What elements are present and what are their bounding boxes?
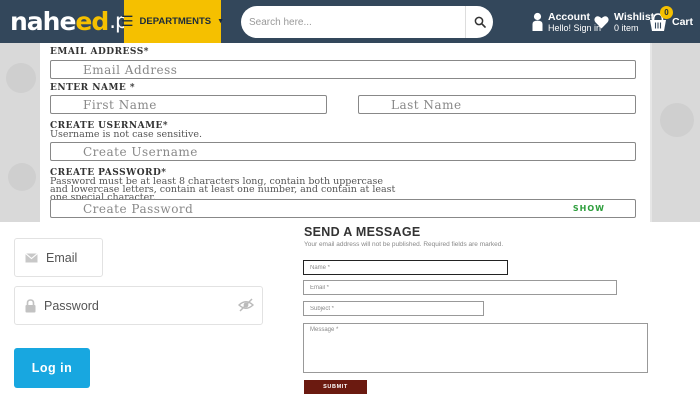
last-name-placeholder: Last Name xyxy=(391,97,462,112)
menu-icon: ☰ xyxy=(120,13,134,29)
site-header: naheed.pk ☰ DEPARTMENTS ▼ Account xyxy=(0,0,700,43)
heart-icon xyxy=(594,16,609,29)
last-name-field[interactable]: Last Name xyxy=(358,95,636,114)
login-password-field[interactable]: Password xyxy=(14,286,263,325)
page: naheed.pk ☰ DEPARTMENTS ▼ Account xyxy=(0,0,700,400)
envelope-icon xyxy=(25,252,38,262)
search-icon xyxy=(474,16,486,28)
background-spot xyxy=(6,63,36,93)
search-input[interactable] xyxy=(249,6,463,38)
login-password-placeholder: Password xyxy=(44,298,99,313)
login-email-field[interactable]: Email xyxy=(14,238,103,277)
contact-message-textarea[interactable] xyxy=(303,323,648,373)
email-label: EMAIL ADDRESS* xyxy=(50,47,149,57)
departments-label: DEPARTMENTS xyxy=(139,16,212,27)
contact-name-input[interactable] xyxy=(303,260,508,275)
toggle-password-visibility[interactable] xyxy=(237,298,255,315)
name-label: ENTER NAME * xyxy=(50,83,136,93)
eye-off-icon xyxy=(237,298,255,312)
user-icon xyxy=(532,12,543,31)
search-bar xyxy=(241,6,493,38)
username-field[interactable]: Create Username xyxy=(50,142,636,161)
logo-text-accent: ed xyxy=(75,6,109,36)
cart-icon-wrap: 0 xyxy=(649,6,673,32)
create-password-field[interactable]: Create Password SHOW xyxy=(50,199,636,218)
cart-link[interactable]: 0 Cart xyxy=(649,6,694,36)
cart-label: Cart xyxy=(672,16,694,28)
account-link[interactable]: Account Hello! Sign in xyxy=(532,8,601,36)
username-note: Username is not case sensitive. xyxy=(50,129,202,140)
site-logo[interactable]: naheed.pk xyxy=(10,6,139,36)
chevron-down-icon: ▼ xyxy=(217,18,225,25)
wishlist-link[interactable]: Wishlist 0 item xyxy=(594,8,654,36)
contact-email-input[interactable] xyxy=(303,280,617,295)
create-password-placeholder: Create Password xyxy=(83,201,194,216)
departments-button[interactable]: ☰ DEPARTMENTS ▼ xyxy=(120,0,225,43)
cart-count-badge: 0 xyxy=(660,6,673,19)
send-message-subtitle: Your email address will not be published… xyxy=(304,241,504,248)
submit-button[interactable]: SUBMIT xyxy=(304,380,367,394)
background-spot xyxy=(660,103,694,137)
registration-form: EMAIL ADDRESS* Email Address ENTER NAME … xyxy=(40,43,650,222)
first-name-field[interactable]: First Name xyxy=(50,95,327,114)
search-button[interactable] xyxy=(465,6,493,38)
username-placeholder: Create Username xyxy=(83,144,198,159)
send-message-title: SEND A MESSAGE xyxy=(304,225,421,239)
registration-section: EMAIL ADDRESS* Email Address ENTER NAME … xyxy=(0,43,700,222)
show-password-toggle[interactable]: SHOW xyxy=(573,200,605,217)
lock-icon xyxy=(25,298,36,312)
first-name-placeholder: First Name xyxy=(83,97,157,112)
register-email-placeholder: Email Address xyxy=(83,62,178,77)
register-email-field[interactable]: Email Address xyxy=(50,60,636,79)
background-spot xyxy=(8,163,36,191)
login-email-placeholder: Email xyxy=(46,250,78,265)
contact-subject-input[interactable] xyxy=(303,301,484,316)
login-button[interactable]: Log in xyxy=(14,348,90,388)
logo-text-main: nahe xyxy=(10,6,76,36)
